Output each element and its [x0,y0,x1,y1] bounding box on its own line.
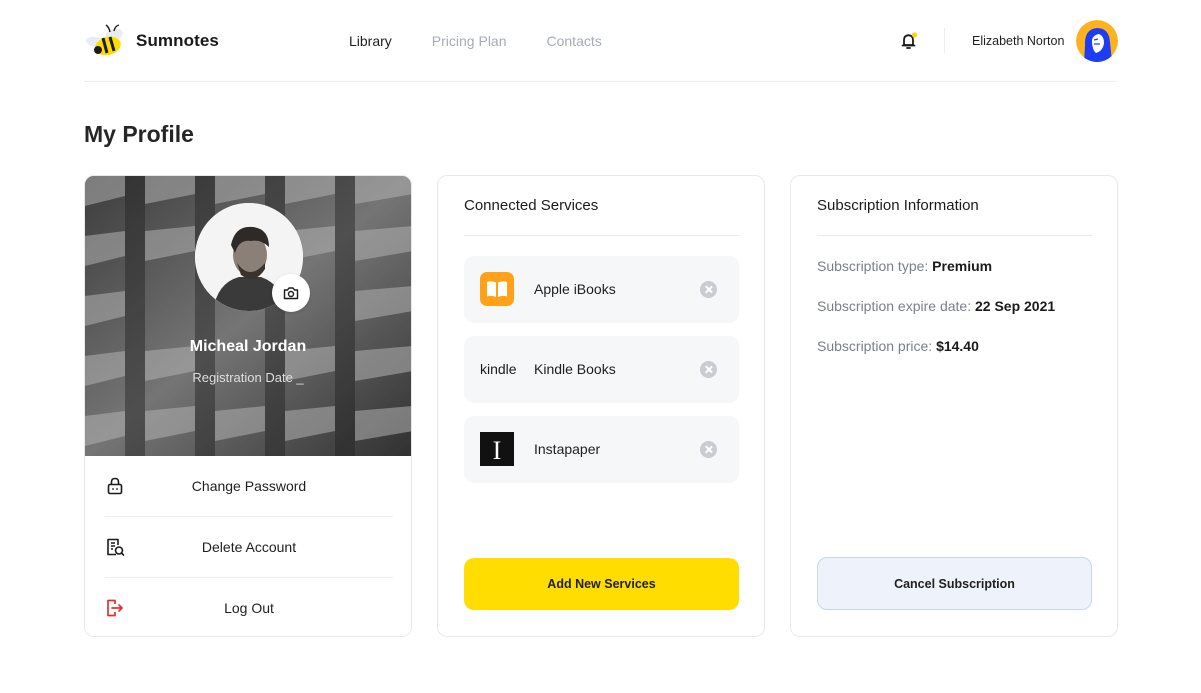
service-item-instapaper[interactable]: I Instapaper [464,416,739,483]
subscription-type-row: Subscription type: Premium [817,258,992,274]
subscription-price-row: Subscription price: $14.40 [817,338,979,354]
bell-icon[interactable] [899,31,919,51]
subscription-title: Subscription Information [817,197,979,214]
cancel-subscription-button[interactable]: Cancel Subscription [817,557,1092,610]
header-divider [944,28,945,54]
bee-logo-icon [84,22,128,60]
service-label: Apple iBooks [534,281,616,297]
subscription-type-value: Premium [932,258,993,274]
nav-pricing-plan[interactable]: Pricing Plan [432,33,507,49]
remove-service-icon[interactable] [700,441,717,458]
delete-account-label: Delete Account [201,539,297,555]
svg-text:I: I [493,436,502,465]
subscription-price-value: $14.40 [936,338,979,354]
top-header: Sumnotes Library Pricing Plan Contacts E… [84,0,1118,82]
service-label: Kindle Books [534,361,616,377]
user-avatar[interactable] [1076,20,1118,62]
nav-library[interactable]: Library [349,33,392,49]
instapaper-icon: I [480,432,514,466]
subscription-type-label: Subscription type: [817,258,933,274]
subscription-expire-value: 22 Sep 2021 [974,298,1056,314]
svg-text:kindle: kindle [480,361,517,377]
main-nav: Library Pricing Plan Contacts [349,33,602,49]
log-out-item[interactable]: Log Out [105,578,393,636]
remove-service-icon[interactable] [700,281,717,298]
log-out-label: Log Out [224,600,274,616]
subscription-expire-label: Subscription expire date: [817,298,975,314]
profile-menu: Change Password Delete Account Log Out [105,456,393,636]
remove-service-icon[interactable] [700,361,717,378]
change-password-item[interactable]: Change Password [105,456,393,517]
service-item-kindle-books[interactable]: kindle Kindle Books [464,336,739,403]
subscription-price-label: Subscription price: [817,338,937,354]
divider [464,235,739,236]
change-photo-camera-icon[interactable] [272,274,310,312]
apple-ibooks-icon [480,272,514,306]
kindle-logo: kindle [480,352,517,386]
service-label: Instapaper [534,441,601,457]
change-password-label: Change Password [191,478,307,494]
profile-card: Micheal Jordan Registration Date _ Chang… [84,175,412,637]
connected-services-title: Connected Services [464,197,599,214]
subscription-expire-row: Subscription expire date: 22 Sep 2021 [817,298,1055,314]
logo[interactable]: Sumnotes [84,22,219,60]
connected-services-card: Connected Services Apple iBooks kindle K… [437,175,765,637]
nav-contacts[interactable]: Contacts [547,33,602,49]
page-title: My Profile [84,121,194,147]
delete-account-item[interactable]: Delete Account [105,517,393,578]
service-item-apple-ibooks[interactable]: Apple iBooks [464,256,739,323]
user-name[interactable]: Elizabeth Norton [972,34,1064,48]
notification-dot [911,32,918,38]
registration-date: Registration Date _ [192,370,304,385]
profile-cover: Micheal Jordan Registration Date _ [85,176,411,456]
brand-name: Sumnotes [136,31,219,50]
profile-name: Micheal Jordan [189,338,307,355]
divider [817,235,1092,236]
subscription-card: Subscription Information Subscription ty… [790,175,1118,637]
add-new-services-button[interactable]: Add New Services [464,558,739,610]
